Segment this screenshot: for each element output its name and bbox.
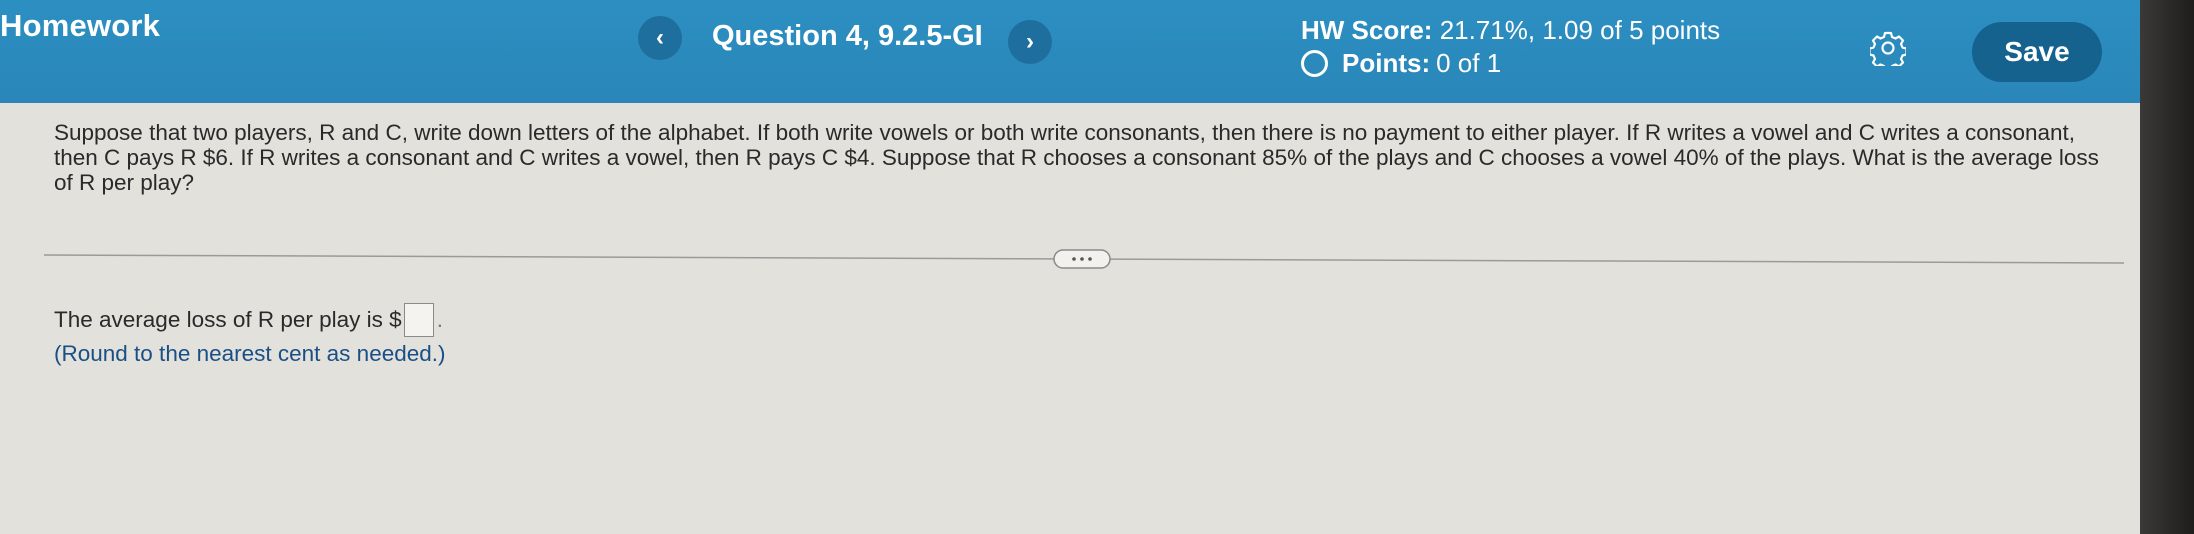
answer-suffix: . bbox=[436, 307, 443, 332]
homework-screen: Homework ‹ Question 4, 9.2.5-GI › HW Sco… bbox=[0, 0, 2140, 534]
gear-icon[interactable] bbox=[1870, 30, 1906, 66]
answer-input[interactable] bbox=[403, 303, 434, 337]
answer-prompt: The average loss of R per play is $ bbox=[54, 307, 402, 332]
hw-score: HW Score: 21.71%, 1.09 of 5 points bbox=[1301, 15, 1720, 46]
next-question-button[interactable]: › bbox=[1008, 20, 1052, 64]
section-divider bbox=[44, 249, 2124, 269]
status-circle-icon bbox=[1301, 49, 1328, 77]
app-title: Homework bbox=[0, 8, 161, 43]
screen-bezel bbox=[2140, 0, 2194, 534]
rounding-note: (Round to the nearest cent as needed.) bbox=[54, 341, 446, 366]
points-label: Points: bbox=[1342, 47, 1431, 78]
hw-score-value: 21.71%, 1.09 of 5 points bbox=[1439, 15, 1721, 45]
chevron-left-icon: ‹ bbox=[656, 24, 664, 51]
points-value: 0 of 1 bbox=[1436, 47, 1502, 78]
question-label: Question 4, 9.2.5-GI bbox=[712, 20, 983, 52]
answer-line: The average loss of R per play is $ . bbox=[54, 303, 443, 337]
header-bar: Homework ‹ Question 4, 9.2.5-GI › HW Sco… bbox=[0, 0, 2140, 103]
question-text: Suppose that two players, R and C, write… bbox=[54, 120, 2099, 195]
previous-question-button[interactable]: ‹ bbox=[638, 16, 682, 60]
save-button[interactable]: Save bbox=[1972, 22, 2102, 82]
chevron-right-icon: › bbox=[1026, 28, 1034, 55]
hw-score-label: HW Score: bbox=[1301, 15, 1433, 45]
points-status: Points: 0 of 1 bbox=[1301, 48, 1501, 78]
